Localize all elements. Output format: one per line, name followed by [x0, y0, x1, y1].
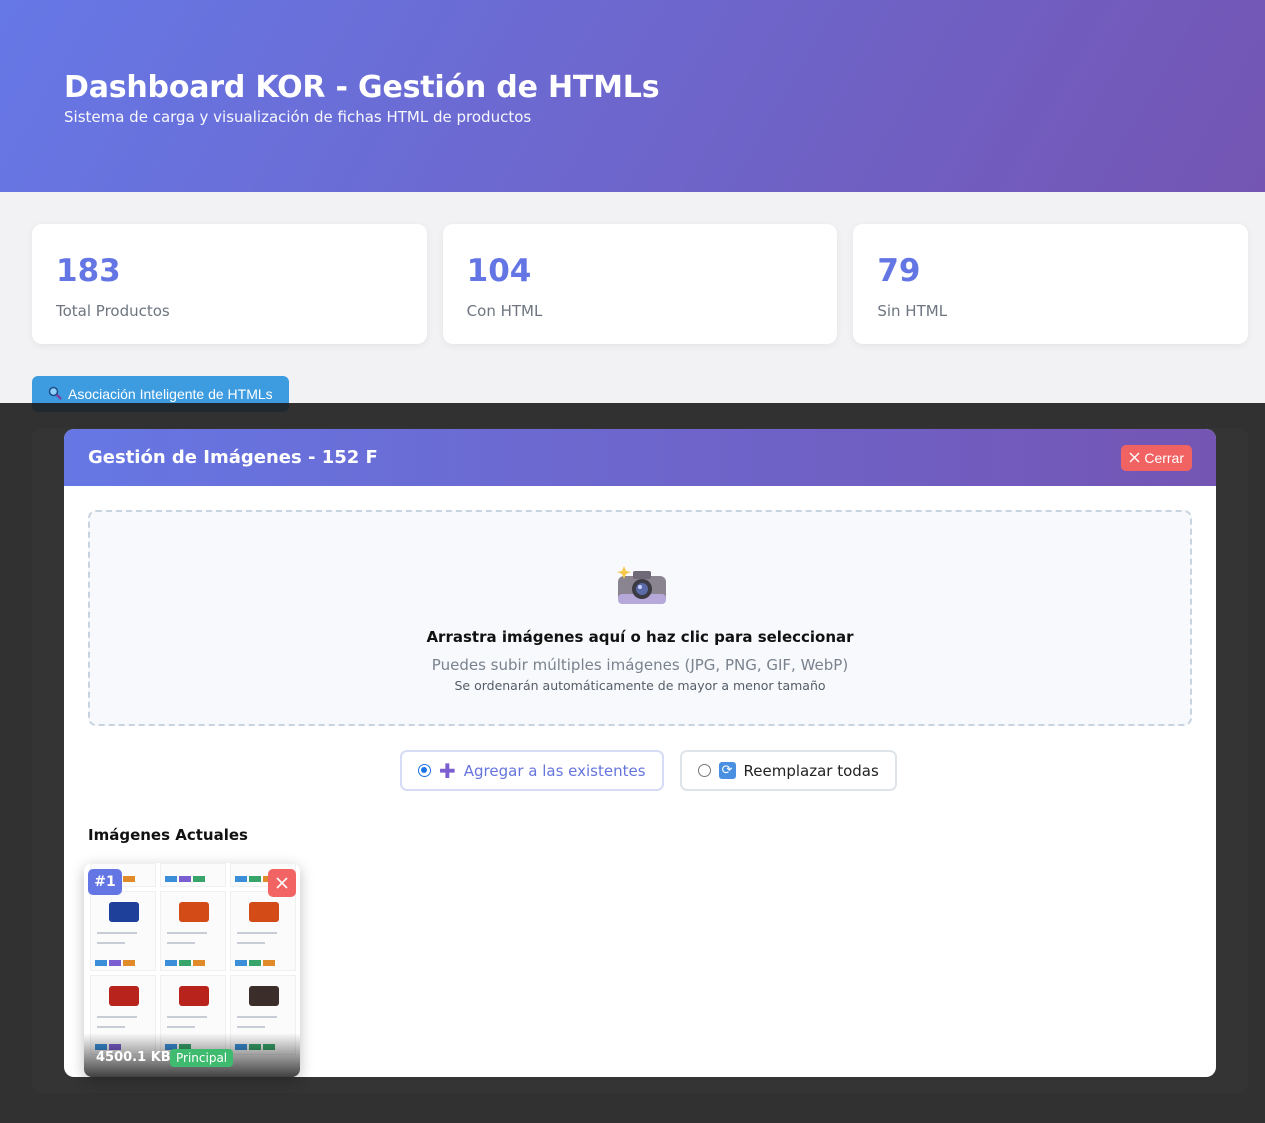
current-images-title: Imágenes Actuales	[88, 826, 248, 844]
page-subtitle: Sistema de carga y visualización de fich…	[64, 108, 532, 126]
preview-cell	[160, 891, 226, 971]
principal-badge: Principal	[170, 1049, 234, 1067]
option-label: Reemplazar todas	[743, 761, 879, 780]
delete-image-button[interactable]	[268, 869, 296, 897]
close-icon	[1129, 450, 1140, 466]
page-title: Dashboard KOR - Gestión de HTMLs	[64, 70, 660, 105]
dropzone-note: Se ordenarán automáticamente de mayor a …	[454, 678, 826, 693]
magnifier-icon	[48, 386, 62, 403]
preview-cell	[230, 891, 296, 971]
refresh-icon: ⟳	[718, 762, 736, 779]
upload-mode-options: ✚ Agregar a las existentes ⟳ Reemplazar …	[400, 750, 897, 791]
image-management-modal: Gestión de Imágenes - 152 F Cerrar Arras…	[64, 429, 1216, 1077]
smart-association-label: Asociación Inteligente de HTMLs	[68, 386, 273, 402]
image-dropzone[interactable]: Arrastra imágenes aquí o haz clic para s…	[88, 510, 1192, 726]
stat-label: Sin HTML	[877, 302, 948, 320]
close-label: Cerrar	[1144, 449, 1184, 466]
camera-flash-icon	[616, 564, 668, 606]
dropzone-title: Arrastra imágenes aquí o haz clic para s…	[426, 628, 854, 646]
modal-title: Gestión de Imágenes - 152 F	[88, 447, 378, 468]
option-add-existing[interactable]: ✚ Agregar a las existentes	[400, 750, 664, 791]
radio-replace-all[interactable]	[697, 764, 711, 777]
stat-value: 79	[877, 253, 921, 289]
stat-label: Total Productos	[56, 302, 170, 320]
preview-cell	[160, 863, 226, 887]
stat-card-without-html: 79 Sin HTML	[853, 224, 1249, 344]
plus-icon: ✚	[439, 758, 456, 783]
stat-card-total: 183 Total Productos	[32, 224, 427, 344]
stat-value: 104	[466, 253, 532, 289]
modal-header: Gestión de Imágenes - 152 F Cerrar	[64, 429, 1216, 486]
stats-row: 183 Total Productos 104 Con HTML 79 Sin …	[32, 224, 1249, 344]
option-label: Agregar a las existentes	[463, 761, 646, 780]
radio-add-existing[interactable]	[418, 764, 431, 777]
page-header: Dashboard KOR - Gestión de HTMLs Sistema…	[0, 0, 1265, 192]
stat-card-with-html: 104 Con HTML	[442, 224, 838, 344]
image-size: 4500.1 KB	[96, 1050, 171, 1065]
dropzone-subtitle: Puedes subir múltiples imágenes (JPG, PN…	[431, 656, 849, 674]
close-icon	[276, 873, 288, 894]
image-index-badge: #1	[88, 869, 122, 895]
option-replace-all[interactable]: ⟳ Reemplazar todas	[679, 750, 897, 791]
image-thumbnail[interactable]: #1 4500.1 KB Principal	[84, 863, 300, 1077]
close-button[interactable]: Cerrar	[1121, 444, 1192, 471]
stat-value: 183	[56, 253, 121, 289]
thumbnail-footer: 4500.1 KB Principal	[84, 1033, 300, 1077]
stat-label: Con HTML	[466, 302, 543, 320]
preview-cell	[90, 891, 156, 971]
